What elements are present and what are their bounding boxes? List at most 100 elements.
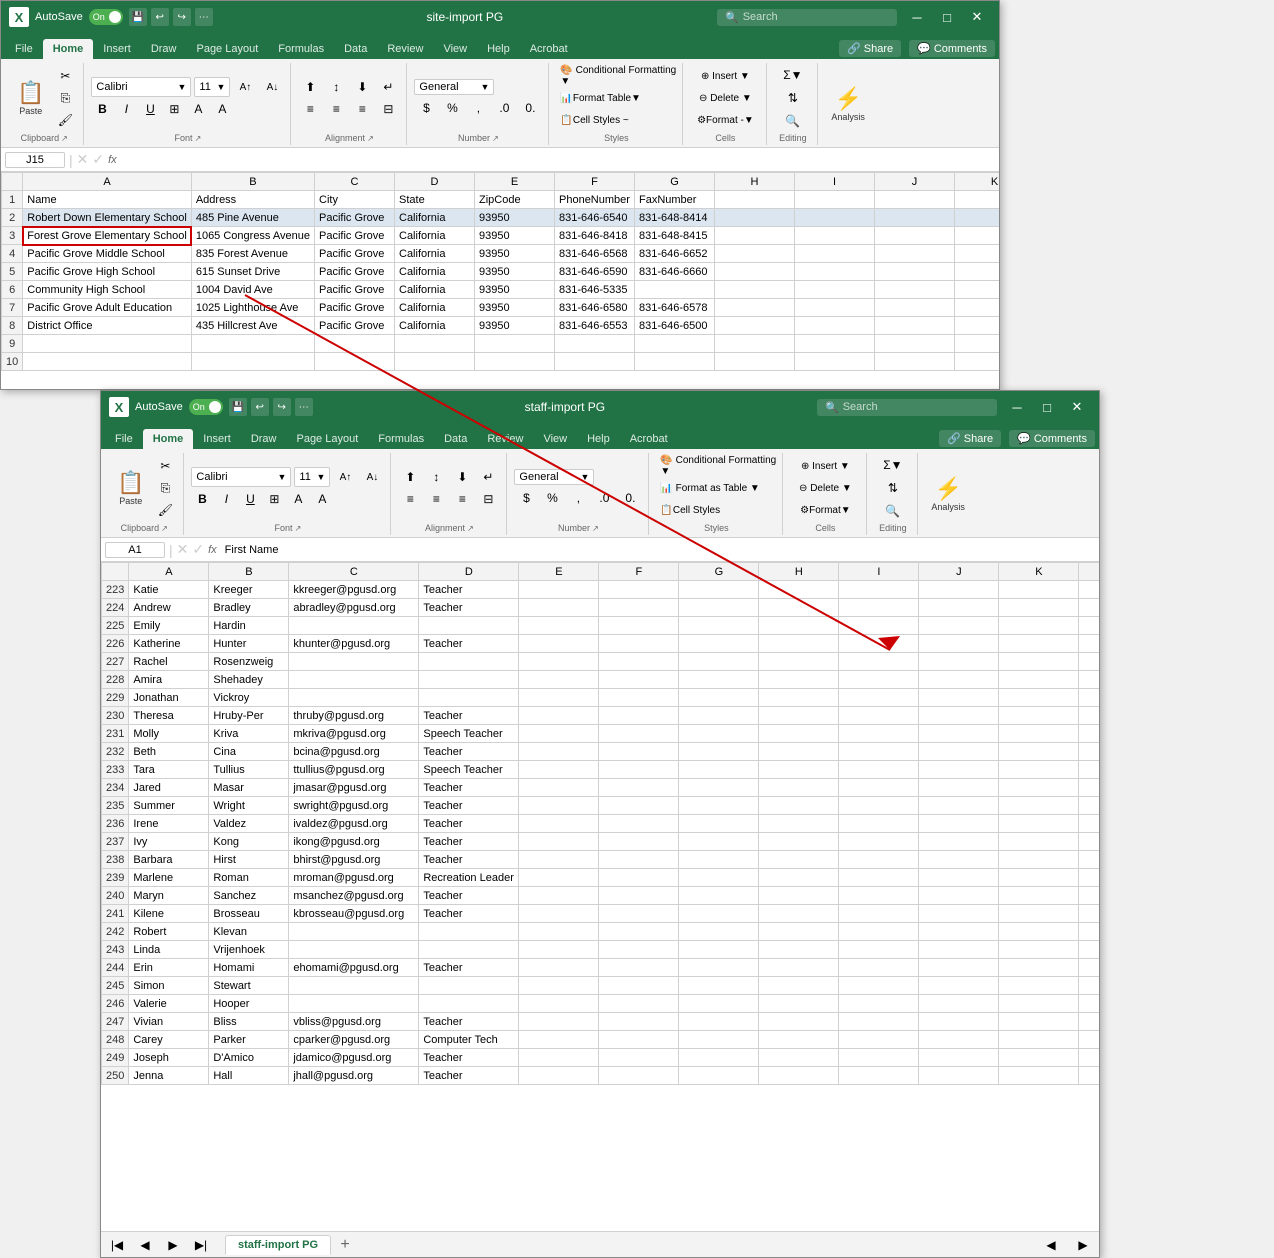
- increase-font-bottom[interactable]: A↑: [333, 467, 357, 487]
- format-painter-button-top[interactable]: 🖌: [53, 110, 77, 130]
- sheet-next-btn[interactable]: ▶: [161, 1235, 185, 1255]
- table-cell[interactable]: [599, 851, 679, 869]
- table-cell[interactable]: Stewart: [209, 977, 289, 995]
- align-top-bottom[interactable]: ⬆: [398, 467, 422, 487]
- table-cell[interactable]: [1079, 1049, 1099, 1067]
- table-cell[interactable]: [759, 761, 839, 779]
- table-cell[interactable]: [289, 977, 419, 995]
- table-cell[interactable]: Joseph: [129, 1049, 209, 1067]
- table-cell[interactable]: [999, 725, 1079, 743]
- table-cell[interactable]: [419, 995, 519, 1013]
- table-cell[interactable]: [599, 761, 679, 779]
- table-cell[interactable]: 435 Hillcrest Ave: [191, 317, 314, 335]
- table-cell[interactable]: [875, 353, 955, 371]
- table-cell[interactable]: 93950: [475, 263, 555, 281]
- tab-draw-bottom[interactable]: Draw: [241, 429, 287, 449]
- table-cell[interactable]: [635, 281, 715, 299]
- table-cell[interactable]: Community High School: [23, 281, 192, 299]
- table-cell[interactable]: Andrew: [129, 599, 209, 617]
- table-cell[interactable]: [599, 779, 679, 797]
- table-cell[interactable]: 831-646-6500: [635, 317, 715, 335]
- table-cell[interactable]: Robert: [129, 923, 209, 941]
- table-cell[interactable]: Rachel: [129, 653, 209, 671]
- table-cell[interactable]: Recreation Leader: [419, 869, 519, 887]
- table-cell[interactable]: 831-646-6540: [555, 209, 635, 227]
- table-cell[interactable]: Pacific Grove High School: [23, 263, 192, 281]
- align-right-top[interactable]: ≡: [350, 99, 374, 119]
- formula-confirm-top[interactable]: ✓: [92, 151, 104, 168]
- delete-btn-bottom[interactable]: ⊖ Delete ▼: [790, 478, 860, 498]
- sheet-top[interactable]: A B C D E F G H I J K L 1NameAddressCity…: [1, 172, 999, 392]
- table-cell[interactable]: jdamico@pgusd.org: [289, 1049, 419, 1067]
- table-cell[interactable]: D'Amico: [209, 1049, 289, 1067]
- format-table-top[interactable]: 📊 Format Table ▼: [556, 88, 676, 108]
- table-cell[interactable]: [1079, 797, 1099, 815]
- table-cell[interactable]: [715, 227, 795, 245]
- table-cell[interactable]: [839, 1067, 919, 1085]
- table-cell[interactable]: [1079, 995, 1099, 1013]
- table-cell[interactable]: California: [395, 245, 475, 263]
- cell-styles-bottom[interactable]: 📋 Cell Styles: [656, 500, 776, 520]
- table-cell[interactable]: [599, 671, 679, 689]
- table-cell[interactable]: ttullius@pgusd.org: [289, 761, 419, 779]
- table-cell[interactable]: [599, 923, 679, 941]
- col-H-top[interactable]: H: [715, 173, 795, 191]
- table-cell[interactable]: [679, 959, 759, 977]
- table-cell[interactable]: [679, 617, 759, 635]
- format-btn-bottom[interactable]: ⚙ Format ▼: [790, 500, 860, 520]
- table-cell[interactable]: [23, 353, 192, 371]
- table-cell[interactable]: [519, 959, 599, 977]
- col-F-top[interactable]: F: [555, 173, 635, 191]
- table-cell[interactable]: [679, 581, 759, 599]
- table-cell[interactable]: 831-646-6660: [635, 263, 715, 281]
- formula-input-bottom[interactable]: [221, 543, 1095, 557]
- table-cell[interactable]: Klevan: [209, 923, 289, 941]
- table-cell[interactable]: [759, 977, 839, 995]
- italic-button-top[interactable]: I: [115, 99, 137, 119]
- table-cell[interactable]: [519, 923, 599, 941]
- table-cell[interactable]: [679, 995, 759, 1013]
- table-cell[interactable]: [955, 209, 1000, 227]
- table-cell[interactable]: Address: [191, 191, 314, 209]
- table-cell[interactable]: [679, 1049, 759, 1067]
- table-cell[interactable]: [679, 1067, 759, 1085]
- tab-formulas-bottom[interactable]: Formulas: [368, 429, 434, 449]
- search-box-top[interactable]: 🔍: [717, 9, 897, 26]
- table-cell[interactable]: ehomami@pgusd.org: [289, 959, 419, 977]
- table-cell[interactable]: [919, 995, 999, 1013]
- table-cell[interactable]: [795, 299, 875, 317]
- table-cell[interactable]: [475, 335, 555, 353]
- table-cell[interactable]: [839, 797, 919, 815]
- table-cell[interactable]: [191, 353, 314, 371]
- table-cell[interactable]: [289, 923, 419, 941]
- table-cell[interactable]: Bliss: [209, 1013, 289, 1031]
- format-painter-button-bottom[interactable]: 🖌: [153, 500, 177, 520]
- col-E-bottom[interactable]: E: [519, 563, 599, 581]
- currency-btn-top[interactable]: $: [414, 98, 438, 118]
- table-cell[interactable]: [419, 689, 519, 707]
- table-cell[interactable]: [919, 761, 999, 779]
- table-cell[interactable]: [519, 635, 599, 653]
- insert-btn-top[interactable]: ⊕ Insert ▼: [690, 66, 760, 86]
- cut-button-bottom[interactable]: ✂: [153, 456, 177, 476]
- table-cell[interactable]: California: [395, 209, 475, 227]
- formula-cancel-bottom[interactable]: ✕: [177, 541, 189, 558]
- tab-home-top[interactable]: Home: [43, 39, 94, 59]
- table-cell[interactable]: Robert Down Elementary School: [23, 209, 192, 227]
- table-cell[interactable]: 615 Sunset Drive: [191, 263, 314, 281]
- col-B-top[interactable]: B: [191, 173, 314, 191]
- table-cell[interactable]: [955, 281, 1000, 299]
- table-cell[interactable]: Jenna: [129, 1067, 209, 1085]
- table-cell[interactable]: Teacher: [419, 779, 519, 797]
- table-cell[interactable]: [599, 1013, 679, 1031]
- table-cell[interactable]: Speech Teacher: [419, 725, 519, 743]
- table-cell[interactable]: Ivy: [129, 833, 209, 851]
- table-cell[interactable]: [1079, 599, 1099, 617]
- table-cell[interactable]: mkriva@pgusd.org: [289, 725, 419, 743]
- table-cell[interactable]: Shehadey: [209, 671, 289, 689]
- table-cell[interactable]: [759, 887, 839, 905]
- col-L-bottom[interactable]: L: [1079, 563, 1099, 581]
- formula-confirm-bottom[interactable]: ✓: [192, 541, 204, 558]
- table-cell[interactable]: [419, 923, 519, 941]
- align-bottom-bottom[interactable]: ⬇: [450, 467, 474, 487]
